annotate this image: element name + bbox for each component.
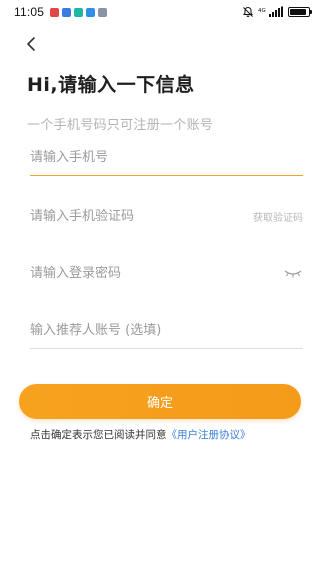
get-code-button[interactable]: 获取验证码 (253, 209, 303, 224)
battery-icon (288, 7, 312, 17)
password-input[interactable] (30, 255, 283, 291)
app-notification-icon (74, 7, 84, 17)
status-bar: 11:05 4G (0, 0, 320, 24)
network-type-label: 4G (258, 8, 266, 14)
status-left: 11:05 (14, 5, 108, 19)
password-field (30, 255, 303, 291)
phone-input[interactable] (30, 140, 303, 175)
confirm-button[interactable]: 确定 (19, 384, 301, 419)
verification-code-input[interactable] (30, 198, 253, 234)
page-title: Hi,请输入一下信息 (27, 74, 195, 96)
referrer-field (30, 313, 303, 349)
app-notification-icon (62, 7, 72, 17)
eye-closed-icon[interactable] (283, 267, 303, 279)
referrer-input[interactable] (30, 313, 303, 348)
status-right: 4G (242, 6, 312, 18)
mute-icon (243, 6, 253, 17)
app-notification-icon (86, 7, 96, 17)
chevron-left-icon (27, 37, 35, 51)
agreement-text: 点击确定表示您已阅读并同意《用户注册协议》 (30, 427, 251, 442)
phone-field (30, 140, 303, 176)
user-agreement-link[interactable]: 《用户注册协议》 (167, 429, 251, 441)
agreement-prefix: 点击确定表示您已阅读并同意 (30, 429, 167, 441)
app-notification-icon (98, 7, 108, 17)
page-subtitle: 一个手机号码只可注册一个账号 (27, 118, 214, 133)
back-button[interactable] (20, 32, 44, 56)
signal-icon: 4G (258, 6, 283, 17)
status-time: 11:05 (14, 5, 45, 19)
code-field: 获取验证码 (30, 198, 303, 234)
app-notification-icon (50, 7, 60, 17)
